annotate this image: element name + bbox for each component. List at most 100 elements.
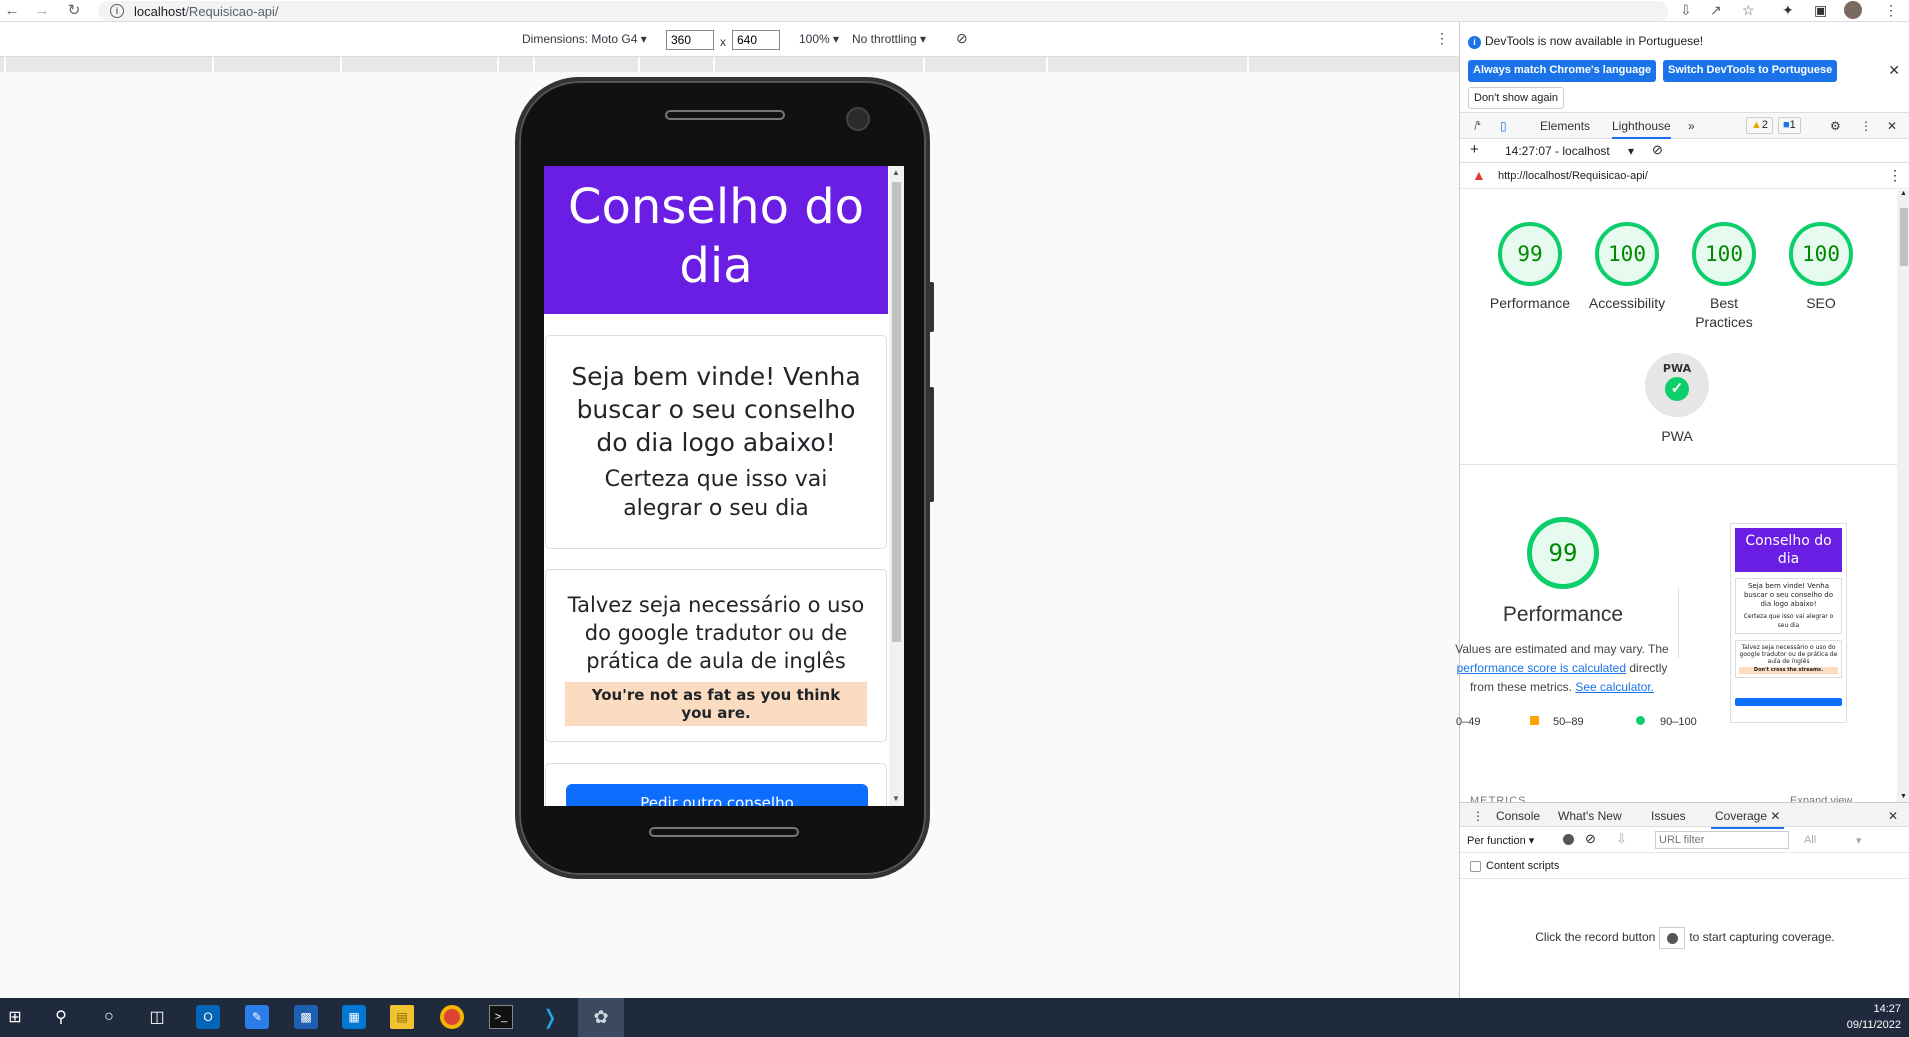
drawer-menu-icon[interactable]: ⋮ <box>1472 809 1484 823</box>
vscode-icon[interactable]: ❭ <box>538 1005 562 1029</box>
lighthouse-toolbar: + 14:27:07 - localhost ▾ ⊘ <box>1460 139 1909 163</box>
outlook-icon[interactable]: O <box>196 1005 220 1029</box>
back-icon[interactable]: ← <box>2 2 22 19</box>
clear-reports-icon[interactable]: ⊘ <box>1652 142 1663 158</box>
url-filter-input[interactable] <box>1655 831 1789 849</box>
app-icon[interactable]: ✿ <box>589 1005 613 1029</box>
more-tabs-icon[interactable]: » <box>1688 119 1695 133</box>
new-report-icon[interactable]: + <box>1470 141 1479 158</box>
infobar-message: i DevTools is now available in Portuguese… <box>1468 34 1703 49</box>
tab-elements[interactable]: Elements <box>1540 119 1590 133</box>
expand-view-link[interactable]: Expand view <box>1790 792 1852 802</box>
scroll-down-icon[interactable]: ▼ <box>1900 793 1907 800</box>
tab-issues[interactable]: Issues <box>1651 809 1686 823</box>
tab-whats-new[interactable]: What's New <box>1558 809 1622 823</box>
width-input[interactable] <box>666 30 714 50</box>
terminal-icon[interactable]: >_ <box>489 1005 513 1029</box>
tab-coverage[interactable]: Coverage ✕ <box>1711 809 1785 829</box>
forward-icon[interactable]: → <box>32 2 52 19</box>
close-infobar-icon[interactable]: ✕ <box>1888 62 1900 79</box>
request-advice-button[interactable]: Pedir outro conselho <box>566 784 868 806</box>
bookmark-star-icon[interactable]: ☆ <box>1742 2 1755 19</box>
tab-lighthouse[interactable]: Lighthouse <box>1612 119 1671 139</box>
messages-badge[interactable]: ■1 <box>1778 117 1801 134</box>
search-icon[interactable]: ⚲ <box>49 1005 73 1029</box>
page-scrollbar[interactable]: ▲ ▼ <box>889 166 904 806</box>
chrome-icon[interactable] <box>440 1005 464 1029</box>
see-calculator-link[interactable]: See calculator. <box>1575 680 1654 694</box>
rotate-icon[interactable]: ⊘ <box>956 30 968 47</box>
match-language-button[interactable]: Always match Chrome's language <box>1468 60 1657 82</box>
throttling-select[interactable]: No throttling ▾ <box>852 32 926 46</box>
ruler-divider <box>533 57 535 73</box>
report-url[interactable]: http://localhost/Requisicao-api/ <box>1498 170 1648 182</box>
reload-record-icon[interactable]: ⊘ <box>1585 831 1596 847</box>
reload-icon[interactable]: ↻ <box>64 1 84 19</box>
welcome-card: Seja bem vinde! Venha buscar o seu conse… <box>545 335 887 549</box>
seo-gauge[interactable]: 100 <box>1789 222 1853 286</box>
record-icon[interactable] <box>1563 834 1574 845</box>
switch-language-button[interactable]: Switch DevTools to Portuguese <box>1663 60 1838 82</box>
side-panel-icon[interactable]: ▣ <box>1814 2 1827 19</box>
coverage-hint: Click the record button to start capturin… <box>1460 927 1909 949</box>
dimensions-select[interactable]: Dimensions: Moto G4 ▾ <box>522 32 647 46</box>
devtools-menu-icon[interactable]: ⋮ <box>1860 119 1872 133</box>
score-calculated-link[interactable]: performance score is calculated <box>1457 661 1626 675</box>
performance-description: Values are estimated and may vary. The p… <box>1452 640 1672 697</box>
system-clock[interactable]: 14:27 09/11/2022 <box>1847 1001 1901 1033</box>
cortana-icon[interactable]: ○ <box>97 1005 121 1029</box>
remote-desktop-icon[interactable]: ▩ <box>294 1005 318 1029</box>
inspect-element-icon[interactable]: ⭚ <box>1474 119 1481 133</box>
phone-speaker <box>665 110 785 120</box>
browser-address-bar: ← → ↻ i localhost/Requisicao-api/ ⇩ ↗ ☆ … <box>0 0 1909 22</box>
extensions-icon[interactable]: ✦ <box>1782 2 1794 19</box>
performance-label: Performance <box>1489 295 1571 311</box>
site-info-icon[interactable]: i <box>110 4 124 18</box>
chrome-menu-icon[interactable]: ⋮ <box>1884 2 1898 19</box>
close-drawer-icon[interactable]: ✕ <box>1888 809 1898 823</box>
windows-start-icon[interactable]: ⊞ <box>3 1005 27 1029</box>
tab-console[interactable]: Console <box>1496 809 1540 823</box>
content-scripts-row: Content scripts <box>1460 855 1909 879</box>
scroll-up-icon[interactable]: ▲ <box>892 168 900 177</box>
file-explorer-icon[interactable]: ▤ <box>390 1005 414 1029</box>
performance-gauge[interactable]: 99 <box>1498 222 1562 286</box>
scroll-up-icon[interactable]: ▲ <box>1900 190 1907 197</box>
best-practices-gauge[interactable]: 100 <box>1692 222 1756 286</box>
url-input[interactable]: i localhost/Requisicao-api/ <box>98 1 1668 21</box>
content-scripts-checkbox[interactable] <box>1470 861 1481 872</box>
report-select-chevron-icon[interactable]: ▾ <box>1628 144 1634 158</box>
avatar[interactable] <box>1844 1 1862 19</box>
pwa-badge[interactable]: PWA ✓ <box>1645 353 1709 417</box>
share-icon[interactable]: ↗ <box>1710 2 1722 19</box>
store-icon[interactable]: ▦ <box>342 1005 366 1029</box>
close-tab-icon[interactable]: ✕ <box>1770 809 1780 823</box>
device-toolbar-more-icon[interactable]: ⋮ <box>1435 30 1449 47</box>
media-query-ruler[interactable] <box>0 56 1459 73</box>
per-function-select[interactable]: Per function ▾ <box>1467 834 1534 847</box>
close-devtools-icon[interactable]: ✕ <box>1887 119 1897 133</box>
dont-show-again-button[interactable]: Don't show again <box>1468 87 1565 109</box>
warnings-badge[interactable]: ▲2 <box>1746 117 1774 134</box>
record-button[interactable] <box>1659 927 1686 949</box>
export-icon[interactable]: ⇩ <box>1616 831 1627 847</box>
page-screenshot-thumbnail[interactable]: Conselho do dia Seja bem vinde! Venha bu… <box>1730 523 1847 723</box>
lighthouse-scroll-thumb[interactable] <box>1900 208 1908 266</box>
thumb-advice: Don't cross the streams. <box>1739 667 1838 674</box>
accessibility-label: Accessibility <box>1588 295 1666 311</box>
scroll-down-icon[interactable]: ▼ <box>892 794 900 803</box>
height-input[interactable] <box>732 30 780 50</box>
settings-gear-icon[interactable]: ⚙ <box>1830 119 1841 133</box>
install-icon[interactable]: ⇩ <box>1680 2 1692 19</box>
device-toggle-icon[interactable]: ▯ <box>1500 119 1507 133</box>
report-menu-icon[interactable]: ⋮ <box>1888 167 1902 184</box>
accessibility-gauge[interactable]: 100 <box>1595 222 1659 286</box>
zoom-select[interactable]: 100% ▾ <box>799 32 839 46</box>
report-select[interactable]: 14:27:07 - localhost <box>1505 144 1610 158</box>
clock-date: 09/11/2022 <box>1846 1019 1901 1031</box>
scroll-thumb[interactable] <box>892 182 901 642</box>
type-filter-select[interactable]: All ▾ <box>1804 834 1874 847</box>
whiteboard-icon[interactable]: ✎ <box>245 1005 269 1029</box>
task-view-icon[interactable]: ◫ <box>145 1005 169 1029</box>
lighthouse-scrollbar[interactable]: ▲ ▼ <box>1897 190 1909 802</box>
